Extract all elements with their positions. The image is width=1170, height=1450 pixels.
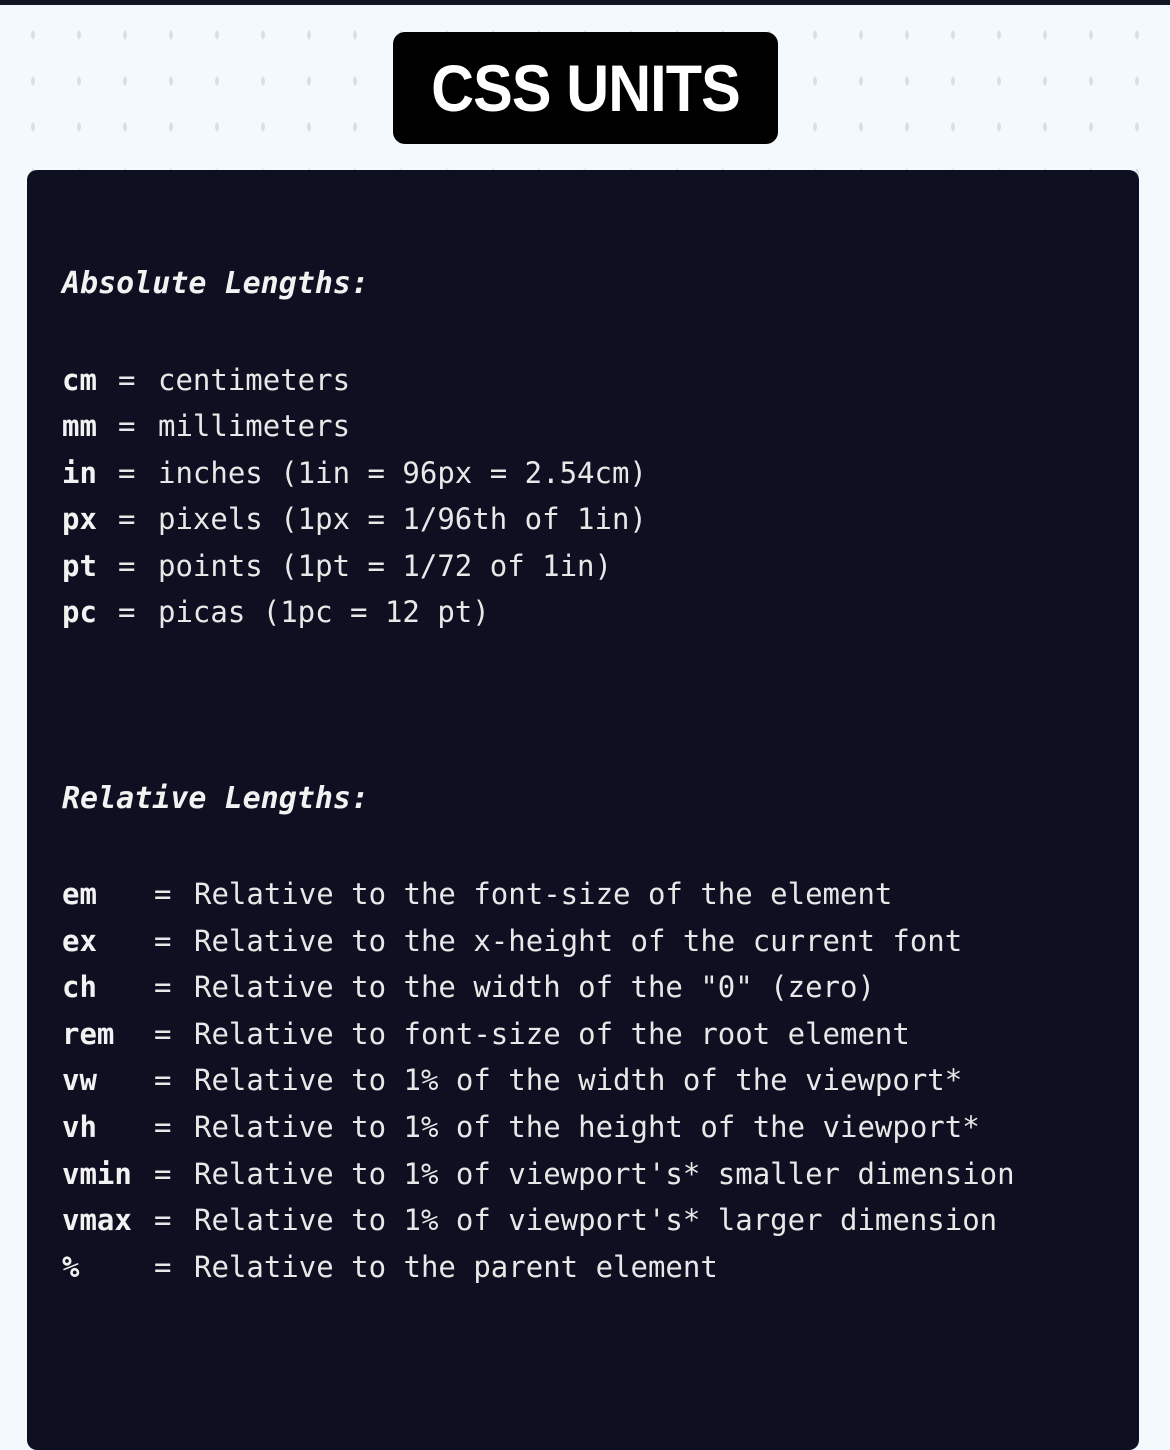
unit-name: vmax <box>62 1203 132 1238</box>
unit-description: Relative to 1% of viewport's* larger dim… <box>194 1203 998 1238</box>
absolute-unit-row: px = pixels (1px = 1/96th of 1in) <box>62 496 647 542</box>
unit-name: cm <box>62 363 97 397</box>
relative-unit-row: ch = Relative to the width of the "0" (zer… <box>62 964 875 1010</box>
relative-unit-row: ex = Relative to the x-height of the curre… <box>62 918 962 964</box>
equals-sign: = <box>118 595 136 629</box>
equals-sign: = <box>154 970 172 1005</box>
unit-description: pixels (1px = 1/96th of 1in) <box>158 502 647 537</box>
equals-sign: = <box>118 363 136 397</box>
absolute-lengths-heading: Absolute Lengths: <box>62 266 370 301</box>
absolute-unit-row: mm = millimeters <box>62 403 350 449</box>
unit-description: Relative to the width of the "0" (zero) <box>194 970 875 1005</box>
relative-unit-row: % = Relative to the parent element <box>62 1244 718 1290</box>
equals-sign: = <box>154 1016 172 1051</box>
relative-unit-row: em = Relative to the font-size of the elem… <box>62 871 892 917</box>
unit-description: Relative to the parent element <box>194 1249 718 1284</box>
unit-name: in <box>62 455 97 490</box>
unit-description: picas (1pc = 12 pt) <box>158 595 490 629</box>
unit-description: millimeters <box>158 409 351 444</box>
unit-description: Relative to 1% of the width of the viewp… <box>194 1063 963 1098</box>
unit-description: Relative to font-size of the root elemen… <box>194 1016 910 1051</box>
absolute-unit-row: pt = points (1pt = 1/72 of 1in) <box>62 543 612 589</box>
equals-sign: = <box>154 1156 172 1191</box>
equals-sign: = <box>118 455 136 490</box>
unit-name: % <box>62 1249 80 1284</box>
unit-description: centimeters <box>158 363 351 397</box>
equals-sign: = <box>154 923 172 958</box>
absolute-unit-row: cm = centimeters <box>62 357 350 403</box>
unit-name: pc <box>62 595 97 629</box>
absolute-unit-row: in = inches (1in = 96px = 2.54cm) <box>62 450 647 496</box>
unit-name: mm <box>62 409 97 444</box>
equals-sign: = <box>118 409 136 444</box>
unit-name: ch <box>62 970 97 1005</box>
unit-description: Relative to the font-size of the element <box>194 877 893 911</box>
equals-sign: = <box>154 877 172 911</box>
page-title: CSS UNITS <box>431 51 741 125</box>
relative-unit-row: vmax = Relative to 1% of viewport's* large… <box>62 1197 997 1243</box>
equals-sign: = <box>154 1249 172 1284</box>
unit-description: points (1pt = 1/72 of 1in) <box>158 548 612 583</box>
unit-name: vmin <box>62 1156 132 1191</box>
equals-sign: = <box>154 1110 172 1144</box>
absolute-unit-row: pc = picas (1pc = 12 pt) <box>62 589 490 635</box>
equals-sign: = <box>154 1063 172 1098</box>
relative-unit-row: rem = Relative to font-size of the root el… <box>62 1011 910 1057</box>
equals-sign: = <box>118 502 136 537</box>
top-bar <box>0 0 1170 5</box>
unit-name: vw <box>62 1063 97 1098</box>
unit-description: Relative to the x-height of the current … <box>194 923 963 958</box>
unit-description: inches (1in = 96px = 2.54cm) <box>158 455 647 490</box>
relative-lengths-heading: Relative Lengths: <box>62 781 370 816</box>
title-badge: CSS UNITS <box>393 32 778 144</box>
unit-description: Relative to 1% of the height of the view… <box>194 1110 980 1144</box>
unit-name: em <box>62 877 97 911</box>
relative-unit-row: vmin = Relative to 1% of viewport's* small… <box>62 1151 1015 1197</box>
equals-sign: = <box>118 548 136 583</box>
unit-name: ex <box>62 923 97 958</box>
relative-unit-row: vh = Relative to 1% of the height of the v… <box>62 1104 980 1150</box>
unit-name: pt <box>62 548 97 583</box>
unit-name: rem <box>62 1016 115 1051</box>
relative-unit-row: vw = Relative to 1% of the width of the vi… <box>62 1057 962 1103</box>
equals-sign: = <box>154 1203 172 1238</box>
unit-name: px <box>62 502 97 537</box>
unit-description: Relative to 1% of viewport's* smaller di… <box>194 1156 1015 1191</box>
unit-name: vh <box>62 1110 97 1144</box>
